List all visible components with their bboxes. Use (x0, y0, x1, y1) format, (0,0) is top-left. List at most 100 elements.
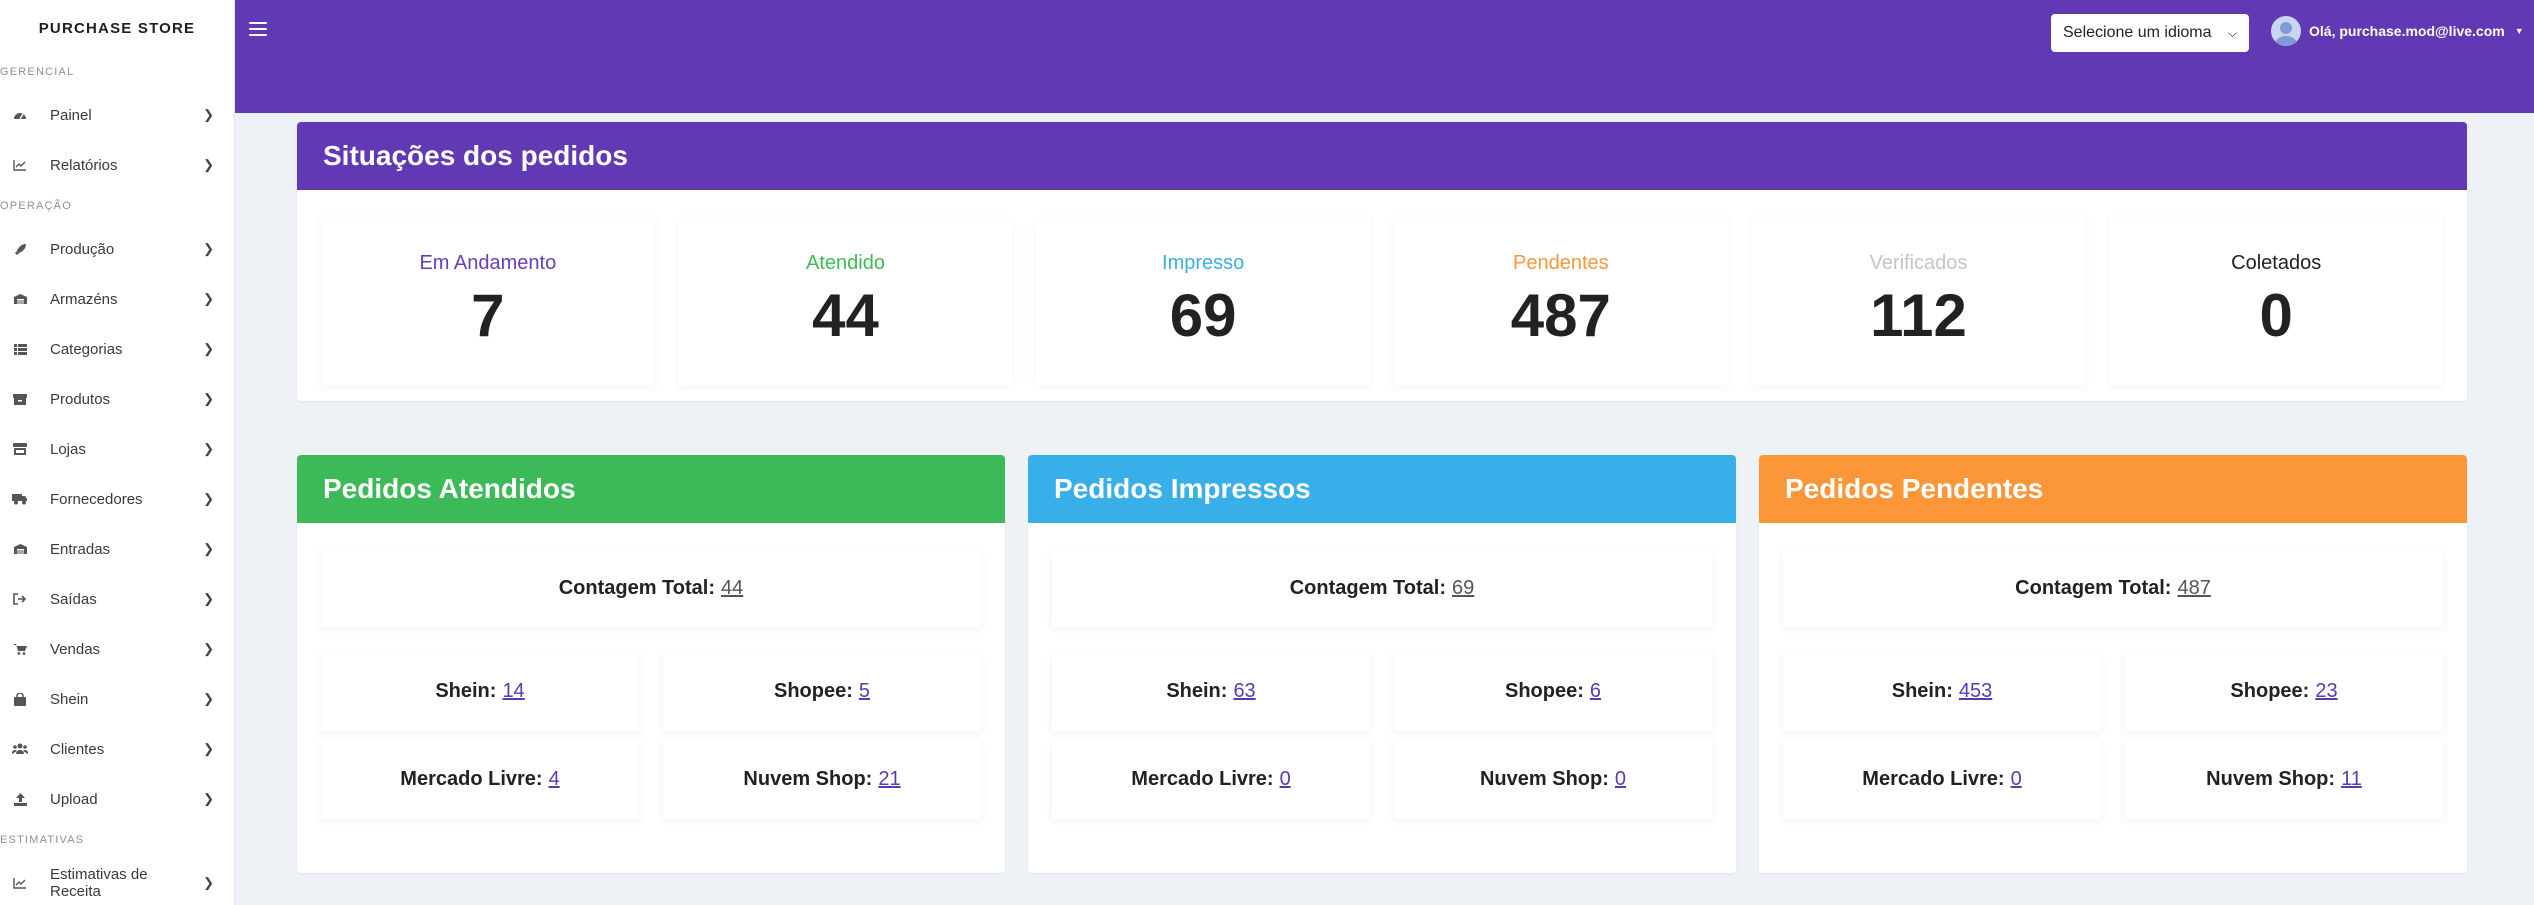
sidebar-item-label: Produtos (50, 390, 111, 408)
sidebar-item-label: Clientes (50, 740, 105, 758)
shein-label: Shein: (1166, 679, 1228, 702)
sidebar-item-armazens[interactable]: Armazéns ❯ (0, 274, 234, 324)
nuvem-shop-count-link[interactable]: 11 (2341, 768, 2362, 791)
chevron-right-icon: ❯ (203, 691, 214, 706)
cart-icon (12, 641, 28, 657)
shein-count-link[interactable]: 14 (502, 680, 524, 703)
sidebar-item-categorias[interactable]: Categorias ❯ (0, 324, 234, 374)
shein-count: Shein: 14 (321, 651, 639, 731)
mercado-livre-count: Mercado Livre: 0 (1783, 739, 2101, 819)
nuvem-shop-count-link[interactable]: 21 (878, 768, 900, 791)
sidebar-item-produtos[interactable]: Produtos ❯ (0, 374, 234, 424)
dashboard-icon (12, 107, 28, 123)
chart-icon (12, 875, 28, 891)
users-icon (12, 741, 28, 757)
sidebar-item-label: Estimativas de Receita (50, 866, 148, 900)
sidebar-item-clientes[interactable]: Clientes ❯ (0, 724, 234, 774)
brand-logo: PURCHASE STORE (38, 19, 196, 37)
status-tiles: Em Andamento 7 Atendido 44 Impresso 69 P… (321, 217, 2444, 385)
sidebar-item-producao[interactable]: Produção ❯ (0, 224, 234, 274)
shopee-count-link[interactable]: 5 (859, 680, 870, 703)
total-count-label: Contagem Total: (2015, 576, 2172, 599)
exit-icon (12, 591, 28, 607)
orders-printed-card: Pedidos Impressos Contagem Total: 69 Shei… (1028, 455, 1736, 873)
list-icon (12, 341, 28, 357)
nuvem-shop-count-link[interactable]: 0 (1615, 768, 1626, 791)
status-label: Coletados (2231, 252, 2322, 274)
orders-attended-card: Pedidos Atendidos Contagem Total: 44 Shei… (297, 455, 1005, 873)
nuvem-shop-count: Nuvem Shop: 11 (2125, 739, 2443, 819)
shein-count-link[interactable]: 453 (1959, 680, 1992, 703)
sidebar-item-saidas[interactable]: Saídas ❯ (0, 574, 234, 624)
shein-label: Shein: (435, 679, 497, 702)
sidebar-item-label: Painel (50, 106, 92, 124)
sidebar-item-entradas[interactable]: Entradas ❯ (0, 524, 234, 574)
shein-count-link[interactable]: 63 (1233, 680, 1255, 703)
card-title: Pedidos Impressos (1028, 455, 1736, 523)
order-status-title: Situações dos pedidos (297, 122, 2467, 190)
status-tile-verificados: Verificados 112 (1751, 217, 2086, 385)
chevron-right-icon: ❯ (203, 441, 214, 456)
card-title: Pedidos Pendentes (1759, 455, 2467, 523)
sidebar-item-painel[interactable]: Painel ❯ (0, 90, 234, 140)
orders-pending-card: Pedidos Pendentes Contagem Total: 487 She… (1759, 455, 2467, 873)
chevron-right-icon: ❯ (203, 591, 214, 606)
status-value: 487 (1510, 282, 1611, 349)
total-count-link[interactable]: 44 (721, 577, 743, 600)
sidebar-item-shein[interactable]: Shein ❯ (0, 674, 234, 724)
status-tile-atendido: Atendido 44 (678, 217, 1013, 385)
language-select[interactable]: Selecione um idioma ⌵ (2051, 14, 2249, 52)
shopee-count-link[interactable]: 6 (1590, 680, 1601, 703)
mercado-livre-count: Mercado Livre: 4 (321, 739, 639, 819)
mercado-livre-count-link[interactable]: 0 (1280, 768, 1291, 791)
shopee-count-link[interactable]: 23 (2315, 680, 2337, 703)
sidebar-item-label: Entradas (50, 540, 111, 558)
sidebar-item-lojas[interactable]: Lojas ❯ (0, 424, 234, 474)
sidebar-item-estimativas-receita[interactable]: Estimativas de Receita ❯ (0, 858, 234, 905)
card-title: Pedidos Atendidos (297, 455, 1005, 523)
total-count-link[interactable]: 69 (1452, 577, 1474, 600)
mercado-livre-count: Mercado Livre: 0 (1052, 739, 1370, 819)
sidebar-item-label: Lojas (50, 440, 86, 458)
chevron-right-icon: ❯ (203, 291, 214, 306)
mercado-livre-count-link[interactable]: 0 (2011, 768, 2022, 791)
nuvem-shop-label: Nuvem Shop: (1479, 767, 1609, 790)
status-label: Verificados (1869, 252, 1968, 274)
sidebar-item-relatorios[interactable]: Relatórios ❯ (0, 140, 234, 190)
total-count-link[interactable]: 487 (2177, 577, 2210, 600)
status-value: 0 (2259, 282, 2293, 349)
shopee-count: Shopee: 5 (663, 651, 981, 731)
total-count-label: Contagem Total: (1289, 576, 1447, 599)
chevron-right-icon: ❯ (203, 541, 214, 556)
caret-down-icon: ▼ (2514, 26, 2524, 36)
user-greeting: Olá, purchase.mod@live.com (2309, 23, 2505, 39)
nuvem-shop-label: Nuvem Shop: (743, 767, 873, 790)
mercado-livre-count-link[interactable]: 4 (549, 768, 560, 791)
status-label: Em Andamento (419, 252, 557, 274)
nuvem-shop-count: Nuvem Shop: 21 (663, 739, 981, 819)
status-value: 7 (471, 282, 505, 349)
user-menu[interactable]: Olá, purchase.mod@live.com ▼ (2271, 15, 2524, 47)
menu-toggle-icon[interactable] (249, 22, 267, 38)
sidebar-item-upload[interactable]: Upload ❯ (0, 774, 234, 824)
sidebar-item-vendas[interactable]: Vendas ❯ (0, 624, 234, 674)
mercado-livre-label: Mercado Livre: (1862, 767, 2005, 790)
warehouse-icon (12, 291, 28, 307)
order-status-card: Situações dos pedidos Em Andamento 7 Ate… (297, 122, 2467, 401)
shopee-label: Shopee: (773, 679, 853, 702)
shein-label: Shein: (1891, 679, 1953, 702)
total-count: Contagem Total: 69 (1052, 549, 1712, 627)
sidebar-item-fornecedores[interactable]: Fornecedores ❯ (0, 474, 234, 524)
truck-icon (12, 491, 28, 507)
mercado-livre-label: Mercado Livre: (400, 767, 543, 790)
shopee-count: Shopee: 23 (2125, 651, 2443, 731)
status-label: Impresso (1162, 252, 1245, 274)
nuvem-shop-label: Nuvem Shop: (2206, 767, 2336, 790)
sidebar: PURCHASE STORE GERENCIAL Painel ❯ Relató… (0, 0, 235, 905)
shopee-label: Shopee: (1504, 679, 1584, 702)
mercado-livre-label: Mercado Livre: (1131, 767, 1274, 790)
chevron-right-icon: ❯ (203, 491, 214, 506)
total-count: Contagem Total: 487 (1783, 549, 2443, 627)
section-label-gerencial: GERENCIAL (0, 66, 75, 78)
status-label: Pendentes (1513, 252, 1609, 274)
